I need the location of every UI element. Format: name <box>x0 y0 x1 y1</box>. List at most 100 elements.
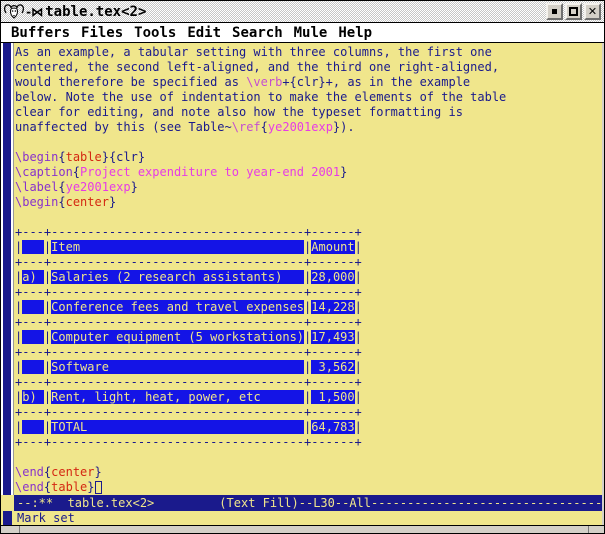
buffer-text-segment: 17,493 <box>311 330 354 344</box>
buffer-text-segment: Conference fees and travel expenses <box>51 300 304 314</box>
buffer-text-segment: ye2001exp <box>66 180 131 194</box>
buffer-line[interactable]: +---+-----------------------------------… <box>15 225 600 240</box>
scrollbar-thumb[interactable] <box>3 43 11 495</box>
buffer-text-segment: below. Note the use of indentation to ma… <box>15 90 506 104</box>
buffer-text-segment: a) <box>22 270 44 284</box>
buffer-line[interactable]: \caption{Project expenditure to year-end… <box>15 165 600 180</box>
buffer-text-segment: 1,500 <box>311 390 354 404</box>
menu-item-search[interactable]: Search <box>232 25 283 41</box>
buffer-text-segment: \label <box>15 180 58 194</box>
buffer-text-segment: { <box>261 120 268 134</box>
buffer-text-segment <box>22 420 44 434</box>
window-title: table.tex<2> <box>45 4 146 20</box>
buffer-text-segment: | <box>355 240 362 254</box>
buffer-text-segment: } <box>95 465 102 479</box>
resize-corner-separator-right <box>588 526 589 533</box>
menu-item-buffers[interactable]: Buffers <box>11 25 70 41</box>
close-button[interactable]: ✕ <box>584 3 601 20</box>
buffer-line[interactable]: | |TOTAL |64,783| <box>15 420 600 435</box>
menu-bar: Buffers Files Tools Edit Search Mule Help <box>1 23 604 43</box>
iconify-button[interactable] <box>546 3 563 20</box>
buffer-line[interactable]: below. Note the use of indentation to ma… <box>15 90 600 105</box>
maximize-icon <box>569 7 578 16</box>
buffer-text-segment: } <box>340 165 347 179</box>
buffer-text-segment <box>22 240 44 254</box>
buffer-text-segment: | <box>355 270 362 284</box>
buffer-line[interactable]: +---+-----------------------------------… <box>15 375 600 390</box>
buffer-line[interactable]: clear for editing, and note also how the… <box>15 105 600 120</box>
buffer-text-segment: { <box>58 150 65 164</box>
buffer-text-segment: \end <box>15 480 44 494</box>
buffer-text-segment <box>22 330 44 344</box>
buffer-line[interactable]: +---+-----------------------------------… <box>15 345 600 360</box>
maximize-button[interactable] <box>565 3 582 20</box>
buffer-text-segment: { <box>73 165 80 179</box>
menu-item-edit[interactable]: Edit <box>187 25 221 41</box>
buffer-line[interactable]: | |Software | 3,562| <box>15 360 600 375</box>
buffer-text-segment: Item <box>51 240 304 254</box>
buffer-line[interactable]: \begin{center} <box>15 195 600 210</box>
buffer-text-segment: +---+-----------------------------------… <box>15 345 362 359</box>
buffer-text-segment: +---+-----------------------------------… <box>15 255 362 269</box>
menu-item-files[interactable]: Files <box>81 25 123 41</box>
minibuffer-scrollbar-thumb[interactable] <box>3 511 12 525</box>
buffer-line[interactable]: |b) |Rent, light, heat, power, etc | 1,5… <box>15 390 600 405</box>
buffer-text-segment: ye2001exp <box>268 120 333 134</box>
buffer-line[interactable]: \end{center} <box>15 465 600 480</box>
buffer-text-segment: 64,783 <box>311 420 354 434</box>
text-cursor <box>95 481 102 494</box>
buffer-text-segment: table <box>66 150 102 164</box>
buffer-line[interactable]: \begin{table}{clr} <box>15 150 600 165</box>
menu-item-mule[interactable]: Mule <box>294 25 328 41</box>
buffer-text-segment: } <box>109 195 116 209</box>
buffer-text-segment: | <box>355 300 362 314</box>
buffer-text-area[interactable]: As an example, a tabular setting with th… <box>15 45 600 497</box>
title-bar[interactable]: -⋈ table.tex<2> ✕ <box>1 1 604 23</box>
buffer-line[interactable]: | |Computer equipment (5 workstations)|1… <box>15 330 600 345</box>
buffer-line[interactable]: +---+-----------------------------------… <box>15 405 600 420</box>
buffer-text-segment: } <box>87 480 94 494</box>
bottom-resize-handle[interactable] <box>1 525 604 533</box>
buffer-line[interactable]: unaffected by this (see Table~\ref{ye200… <box>15 120 600 135</box>
buffer-text-segment: \verb <box>246 75 282 89</box>
buffer-text-segment <box>22 360 44 374</box>
buffer-line[interactable] <box>15 210 600 225</box>
buffer-text-segment: As an example, a tabular setting with th… <box>15 45 492 59</box>
buffer-line[interactable] <box>15 450 600 465</box>
buffer-text-segment: \begin <box>15 195 58 209</box>
buffer-text-segment: +---+-----------------------------------… <box>15 285 362 299</box>
buffer-text-segment: +{clr}+, as in the example <box>282 75 470 89</box>
echo-area[interactable]: Mark set <box>1 511 602 526</box>
buffer-line[interactable]: +---+-----------------------------------… <box>15 315 600 330</box>
buffer-line[interactable]: +---+-----------------------------------… <box>15 255 600 270</box>
buffer-line[interactable]: |a) |Salaries (2 research assistants) |2… <box>15 270 600 285</box>
menu-item-help[interactable]: Help <box>338 25 372 41</box>
buffer-line[interactable]: | |Conference fees and travel expenses|1… <box>15 300 600 315</box>
client-area: As an example, a tabular setting with th… <box>1 43 604 526</box>
buffer-text-segment: }). <box>333 120 355 134</box>
scrollbar-track[interactable] <box>1 43 14 495</box>
menu-item-tools[interactable]: Tools <box>134 25 176 41</box>
buffer-text-segment: unaffected by this (see Table~ <box>15 120 232 134</box>
buffer-line[interactable]: +---+-----------------------------------… <box>15 285 600 300</box>
buffer-line[interactable]: +---+-----------------------------------… <box>15 435 600 450</box>
buffer-text-segment: }{clr} <box>102 150 145 164</box>
buffer-text-segment: +---+-----------------------------------… <box>15 435 362 449</box>
buffer-text-segment: Rent, light, heat, power, etc <box>51 390 304 404</box>
buffer-line[interactable] <box>15 135 600 150</box>
buffer-text-segment: b) <box>22 390 44 404</box>
buffer-text-segment: +---+-----------------------------------… <box>15 315 362 329</box>
buffer-text-segment: 14,228 <box>311 300 354 314</box>
buffer-line[interactable]: centered, the second left-aligned, and t… <box>15 60 600 75</box>
buffer-line[interactable]: would therefore be specified as \verb+{c… <box>15 75 600 90</box>
buffer-line[interactable]: | |Item |Amount| <box>15 240 600 255</box>
buffer-text-segment: clear for editing, and note also how the… <box>15 105 463 119</box>
buffer-text-segment: +---+-----------------------------------… <box>15 375 362 389</box>
buffer-line[interactable]: \end{table} <box>15 480 600 495</box>
buffer-text-segment: +---+-----------------------------------… <box>15 405 362 419</box>
buffer-line[interactable]: \label{ye2001exp} <box>15 180 600 195</box>
buffer-text-segment: \ref <box>232 120 261 134</box>
buffer-line[interactable]: As an example, a tabular setting with th… <box>15 45 600 60</box>
mode-line: --:** table.tex<2> (Text Fill)--L30--All… <box>14 495 602 511</box>
buffer-text-segment: Salaries (2 research assistants) <box>51 270 304 284</box>
